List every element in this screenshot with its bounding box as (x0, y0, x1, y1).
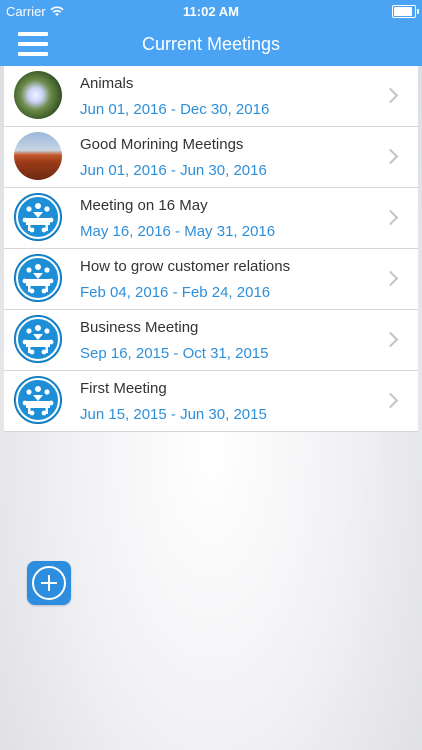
battery-icon (392, 5, 419, 18)
meeting-icon (14, 254, 62, 302)
plus-circle-icon (32, 566, 66, 600)
meetings-list: Animals Jun 01, 2016 - Dec 30, 2016 Good… (4, 66, 418, 432)
meeting-icon (14, 315, 62, 363)
chevron-right-icon (382, 148, 399, 165)
meeting-dates: May 16, 2016 - May 31, 2016 (80, 223, 276, 240)
status-time: 11:02 AM (183, 4, 239, 19)
meeting-dates: Jun 15, 2015 - Jun 30, 2015 (80, 406, 267, 423)
flower-photo-icon (14, 71, 62, 119)
meeting-title: Meeting on 16 May (80, 197, 208, 214)
nav-bar: Current Meetings (0, 22, 422, 66)
meeting-title: How to grow customer relations (80, 258, 291, 275)
meeting-row-first[interactable]: First Meeting Jun 15, 2015 - Jun 30, 201… (4, 371, 418, 432)
meeting-icon (14, 376, 62, 424)
meeting-dates: Jun 01, 2016 - Jun 30, 2016 (80, 162, 267, 179)
meeting-row-animals[interactable]: Animals Jun 01, 2016 - Dec 30, 2016 (4, 66, 418, 127)
meeting-title: Business Meeting (80, 319, 199, 336)
canyon-photo-icon (14, 132, 62, 180)
meeting-dates: Sep 16, 2015 - Oct 31, 2015 (80, 345, 269, 362)
chevron-right-icon (382, 392, 399, 409)
meeting-title: Good Morining Meetings (80, 136, 244, 153)
chevron-right-icon (382, 87, 399, 104)
meeting-title: First Meeting (80, 380, 167, 397)
add-meeting-button[interactable] (27, 561, 71, 605)
meeting-dates: Jun 01, 2016 - Dec 30, 2016 (80, 101, 270, 118)
meeting-row-business[interactable]: Business Meeting Sep 16, 2015 - Oct 31, … (4, 310, 418, 371)
meeting-row-customer-relations[interactable]: How to grow customer relations Feb 04, 2… (4, 249, 418, 310)
chevron-right-icon (382, 270, 399, 287)
meeting-row-good-morning[interactable]: Good Morining Meetings Jun 01, 2016 - Ju… (4, 127, 418, 188)
page-title: Current Meetings (141, 34, 281, 54)
meeting-dates: Feb 04, 2016 - Feb 24, 2016 (80, 284, 271, 301)
chevron-right-icon (382, 209, 399, 226)
status-bar: Carrier 11:02 AM (0, 0, 422, 22)
meeting-icon (14, 193, 62, 241)
meeting-title: Animals (80, 75, 134, 92)
chevron-right-icon (382, 331, 399, 348)
meeting-row-16-may[interactable]: Meeting on 16 May May 16, 2016 - May 31,… (4, 188, 418, 249)
